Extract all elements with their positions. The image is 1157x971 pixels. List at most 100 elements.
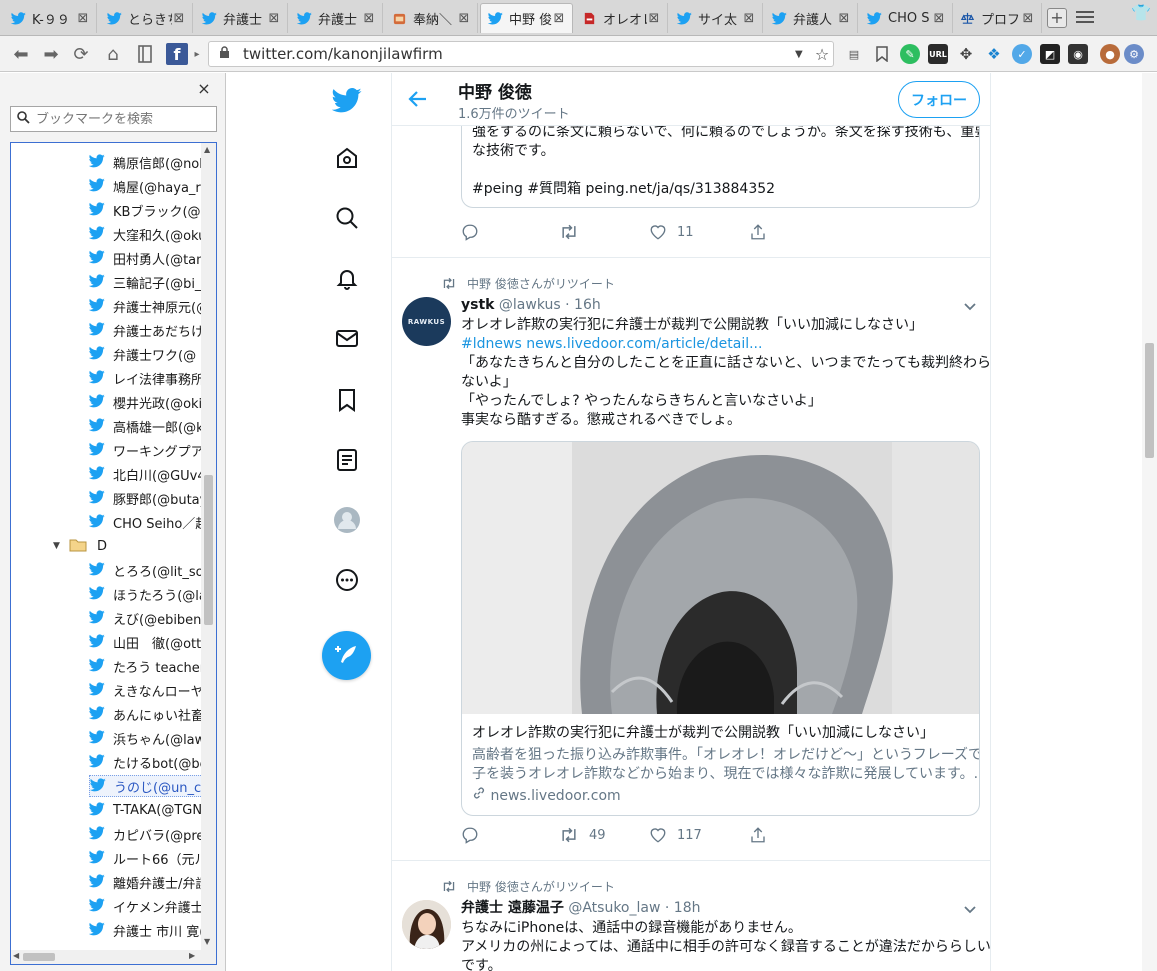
like-button[interactable]: 117 — [649, 824, 702, 846]
location-extension-icon[interactable]: ◉ — [1068, 44, 1088, 64]
reply-button[interactable] — [461, 824, 489, 846]
tab-2[interactable]: とらきち ⊠ — [100, 3, 193, 33]
bookmarks-toggle-icon[interactable] — [134, 43, 156, 65]
sidebar-close-icon[interactable]: × — [196, 81, 212, 97]
compose-tweet-button[interactable] — [322, 631, 371, 680]
tweet-time[interactable]: 18h — [674, 900, 701, 916]
tab-close-icon[interactable]: ⊠ — [932, 11, 946, 26]
home-icon[interactable] — [330, 141, 364, 175]
bookmark-item[interactable]: ルート66（元ル — [89, 847, 201, 869]
tweet-menu-chevron-icon[interactable] — [962, 298, 978, 314]
tweet-time[interactable]: 16h — [574, 297, 601, 313]
notifications-bell-icon[interactable] — [330, 261, 364, 295]
tab-10[interactable]: CHO S ⊠ — [860, 3, 953, 33]
bookmark-folder[interactable]: ▼ D — [53, 535, 201, 557]
author-avatar[interactable]: RAWKUS — [402, 297, 451, 346]
dropbox-icon[interactable]: ❖ — [984, 44, 1004, 64]
bookmark-item[interactable]: レイ法律事務所 — [89, 367, 201, 389]
scrollbar-thumb[interactable] — [204, 475, 213, 625]
tab-6-active[interactable]: 中野 俊 ⊠ — [480, 3, 573, 33]
compose-extension-icon[interactable]: ✓ — [1012, 44, 1032, 64]
forward-arrow-icon[interactable]: ➡ — [40, 43, 62, 65]
bookmark-item[interactable]: 高橋雄一郎(@k — [89, 415, 201, 437]
tab-close-icon[interactable]: ⊠ — [1021, 11, 1035, 26]
bookmark-item[interactable]: T-TAKA(@TGN — [89, 799, 201, 821]
author-name[interactable]: 弁護士 遠藤温子 — [461, 900, 564, 916]
bookmark-item[interactable]: ほうたろう(@law — [89, 583, 201, 605]
reader-view-icon[interactable]: ▤ — [844, 44, 864, 64]
bookmark-item[interactable]: 弁護士あだちけ — [89, 319, 201, 341]
explore-search-icon[interactable] — [330, 201, 364, 235]
scroll-right-arrow-icon[interactable]: ▶ — [189, 951, 195, 960]
follow-button[interactable]: フォロー — [898, 81, 980, 118]
bookmark-item[interactable]: えび(@ebiben2 — [89, 607, 201, 629]
tab-list-menu-icon[interactable] — [1076, 8, 1094, 26]
bookmark-item[interactable]: 豚野郎(@butay — [89, 487, 201, 509]
scroll-up-arrow-icon[interactable]: ▲ — [204, 145, 210, 154]
tab-1[interactable]: K-９９ ⊠ — [4, 3, 97, 33]
folder-expand-chevron-icon[interactable]: ▼ — [53, 541, 65, 551]
bookmark-item[interactable]: ワーキングプア弁 — [89, 439, 201, 461]
lists-icon[interactable] — [330, 443, 364, 477]
notes-extension-icon[interactable]: ◩ — [1040, 44, 1060, 64]
scrollbar-thumb[interactable] — [23, 953, 55, 961]
messages-envelope-icon[interactable] — [330, 321, 364, 355]
tab-close-icon[interactable]: ⊠ — [552, 11, 566, 26]
bookmark-search-box[interactable] — [10, 106, 217, 132]
author-name[interactable]: ystk — [461, 297, 494, 313]
user-avatar-icon[interactable]: ● — [1100, 44, 1120, 64]
bookmark-tree-horizontal-scrollbar[interactable]: ◀ ▶ — [11, 950, 216, 964]
bookmark-item[interactable]: 弁護士 市川 寛( — [89, 919, 201, 941]
tab-11[interactable]: プロフィ ⊠ — [953, 3, 1042, 33]
page-vertical-scrollbar[interactable] — [1142, 73, 1157, 971]
tab-3[interactable]: 弁護士 ⊠ — [195, 3, 288, 33]
bookmark-item[interactable]: 離婚弁護士/弁護 — [89, 871, 201, 893]
bookmark-star-icon[interactable]: ☆ — [811, 45, 833, 64]
bookmark-item[interactable]: 鳩屋(@haya_rt — [89, 175, 201, 197]
bookmark-item[interactable]: 大窪和久(@oku — [89, 223, 201, 245]
bookmark-item[interactable]: 弁護士神原元(@ — [89, 295, 201, 317]
bookmark-item[interactable]: たろう teacher( — [89, 655, 201, 677]
author-avatar[interactable] — [402, 900, 451, 949]
bookmark-item[interactable]: CHO Seiho／趙 — [89, 511, 201, 533]
settings-gear-icon[interactable]: ⚙ — [1124, 44, 1144, 64]
tab-5[interactable]: 奉納＼ ⊠ — [385, 3, 478, 33]
scrollbar-thumb[interactable] — [1145, 343, 1154, 458]
share-button[interactable] — [749, 221, 777, 243]
tweet-quote-box[interactable]: 強をするのに条文に頼らないで、何に頼るのでしょうか。条文を探す技術も、重要 な技… — [461, 113, 980, 208]
facebook-icon[interactable]: f — [166, 43, 188, 65]
bookmark-item[interactable]: イケメン弁護士( — [89, 895, 201, 917]
bookmark-icon[interactable] — [872, 44, 892, 64]
author-handle[interactable]: @Atsuko_law — [568, 900, 660, 916]
like-button[interactable]: 11 — [649, 221, 694, 243]
bookmark-item[interactable]: 鵜原信郎(@nob — [89, 151, 201, 173]
tweet-item[interactable]: 中野 俊徳さんがリツイート RAWKUS ystk @lawkus · 16h … — [392, 258, 990, 861]
retweet-button[interactable]: 49 — [559, 824, 606, 846]
bookmark-item[interactable]: たけるbot(@be — [89, 751, 201, 773]
move-tool-icon[interactable]: ✥ — [956, 44, 976, 64]
tab-close-icon[interactable]: ⊠ — [647, 11, 661, 26]
new-tab-button[interactable]: + — [1047, 8, 1067, 28]
back-arrow-icon[interactable] — [406, 87, 430, 111]
article-link[interactable]: news.livedoor.com/article/detail... — [526, 336, 762, 352]
tab-8[interactable]: サイ太 ⊠ — [670, 3, 763, 33]
twitter-logo-icon[interactable] — [330, 83, 364, 117]
evernote-icon[interactable]: ✎ — [900, 44, 920, 64]
theme-shirt-icon[interactable]: 👕 — [1131, 3, 1151, 22]
hashtag-link[interactable]: #ldnews — [461, 336, 522, 352]
url-shortener-icon[interactable]: URL — [928, 44, 948, 64]
tab-close-icon[interactable]: ⊠ — [457, 11, 471, 26]
bookmark-item[interactable]: カピバラ(@prej — [89, 823, 201, 845]
tab-4[interactable]: 弁護士 ⊠ — [290, 3, 383, 33]
back-arrow-icon[interactable]: ⬅ — [10, 43, 32, 65]
reply-button[interactable] — [461, 221, 489, 243]
tab-7[interactable]: オレオレ ⊠ — [575, 3, 668, 33]
link-preview-card[interactable]: オレオレ詐欺の実行犯に弁護士が裁判で公開説教「いい加減にしなさい」 高齢者を狙っ… — [461, 441, 980, 816]
overflow-chevron-icon[interactable]: ▸ — [192, 43, 202, 65]
home-icon[interactable]: ⌂ — [102, 43, 124, 65]
bookmark-item[interactable]: 山田 徹(@ott — [89, 631, 201, 653]
bookmark-tree-vertical-scrollbar[interactable]: ▲ ▼ — [201, 143, 216, 951]
address-bar[interactable]: twitter.com/kanonjilawfirm ▼ ☆ — [208, 41, 834, 67]
bookmark-item[interactable]: 弁護士ワク(@ — [89, 343, 201, 365]
tab-close-icon[interactable]: ⊠ — [267, 11, 281, 26]
